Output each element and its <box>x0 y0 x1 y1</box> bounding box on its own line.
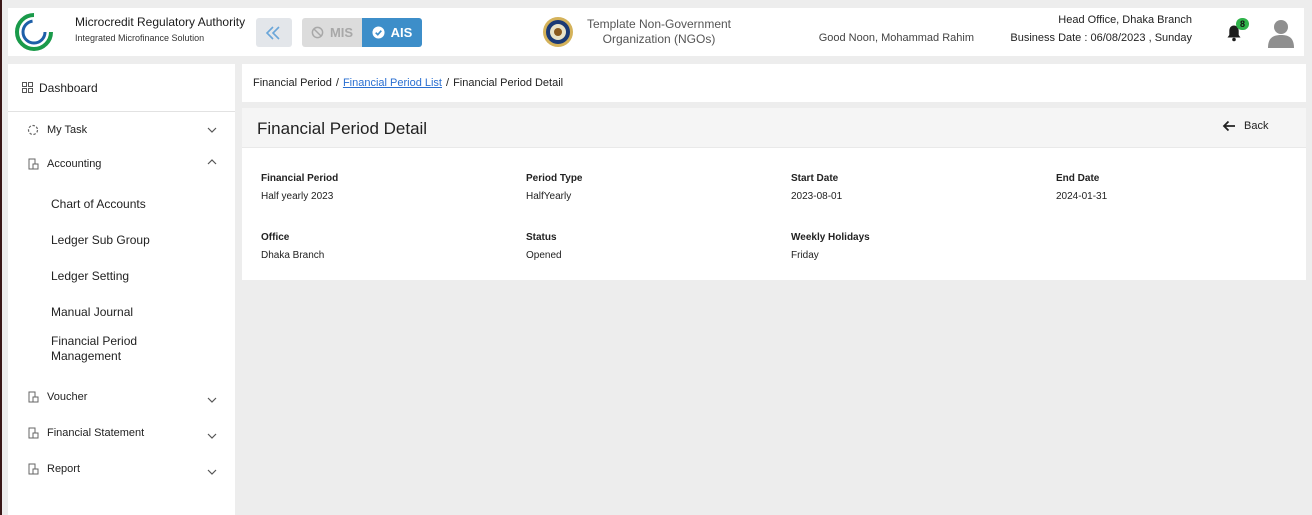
mra-logo <box>15 13 53 51</box>
ban-icon <box>311 26 324 39</box>
sidebar-subitem-financial-period-management[interactable]: Financial Period Management <box>51 334 161 364</box>
sidebar-subitem-manual-journal[interactable]: Manual Journal <box>51 305 231 320</box>
field-label-status: Status <box>526 232 557 243</box>
breadcrumb-current: Financial Period Detail <box>453 77 564 89</box>
field-label-start-date: Start Date <box>791 173 839 184</box>
field-value-financial-period: Half yearly 2023 <box>261 191 334 202</box>
chevron-down-icon <box>207 469 217 475</box>
sidebar-dashboard-label: Dashboard <box>39 80 98 95</box>
detail-panel-header: Financial Period Detail Back <box>242 108 1306 148</box>
chevron-up-icon <box>207 159 217 165</box>
ais-toggle-button[interactable]: AIS <box>362 18 422 47</box>
sidebar-item-dashboard[interactable]: Dashboard <box>8 64 235 112</box>
ais-label: AIS <box>390 25 413 40</box>
mis-toggle-button[interactable]: MIS <box>302 18 362 47</box>
sidebar-item-my-task[interactable]: My Task <box>8 115 235 145</box>
back-label: Back <box>1244 120 1269 132</box>
brand-subtitle: Integrated Microfinance Solution <box>75 33 205 43</box>
top-header: Microcredit Regulatory Authority Integra… <box>8 8 1304 56</box>
user-greeting: Good Noon, Mohammad Rahim <box>818 32 974 44</box>
sidebar-subitem-ledger-setting[interactable]: Ledger Setting <box>51 269 231 284</box>
user-avatar-icon[interactable] <box>1266 17 1296 49</box>
organization-name: Template Non-Government Organization (NG… <box>586 17 732 46</box>
sidebar-item-voucher[interactable]: Voucher <box>8 382 235 412</box>
breadcrumb-root: Financial Period <box>253 77 332 89</box>
collapse-sidebar-button[interactable] <box>256 18 292 47</box>
breadcrumb: Financial Period / Financial Period List… <box>242 64 1306 102</box>
sidebar-item-label: Voucher <box>47 391 88 403</box>
chevron-down-icon <box>207 433 217 439</box>
field-value-office: Dhaka Branch <box>261 250 325 261</box>
field-value-start-date: 2023-08-01 <box>791 191 843 202</box>
field-value-weekly-holidays: Friday <box>791 250 819 261</box>
sidebar-subitem-ledger-sub-group[interactable]: Ledger Sub Group <box>51 233 231 248</box>
chevron-down-icon <box>207 127 217 133</box>
window-edge <box>0 0 2 515</box>
detail-panel: Financial Period Detail Back Financial P… <box>242 108 1306 280</box>
business-date: Business Date : 06/08/2023 , Sunday <box>1010 32 1192 44</box>
chevron-down-icon <box>207 397 217 403</box>
arrow-left-icon <box>1222 120 1235 132</box>
document-icon <box>28 158 39 170</box>
field-label-weekly-holidays: Weekly Holidays <box>791 232 870 243</box>
sidebar-item-label: My Task <box>47 124 88 136</box>
sidebar-item-financial-statement[interactable]: Financial Statement <box>8 418 235 448</box>
brand-title: Microcredit Regulatory Authority <box>75 15 246 29</box>
field-value-status: Opened <box>526 250 562 261</box>
back-button[interactable]: Back <box>1222 120 1268 132</box>
field-label-period-type: Period Type <box>526 173 583 184</box>
field-label-end-date: End Date <box>1056 173 1100 184</box>
sidebar: Dashboard My Task Accounting Chart of Ac… <box>8 64 235 515</box>
document-icon <box>28 391 39 403</box>
breadcrumb-separator: / <box>335 77 339 89</box>
organization-seal-icon <box>543 17 573 47</box>
field-value-period-type: HalfYearly <box>526 191 572 202</box>
document-icon <box>28 427 39 439</box>
sidebar-item-accounting[interactable]: Accounting <box>8 149 235 179</box>
sidebar-item-report[interactable]: Report <box>8 454 235 484</box>
field-value-end-date: 2024-01-31 <box>1056 191 1108 202</box>
breadcrumb-link-financial-period-list[interactable]: Financial Period List <box>343 77 442 89</box>
field-label-office: Office <box>261 232 290 243</box>
sidebar-item-label: Financial Statement <box>47 427 145 439</box>
double-chevron-left-icon <box>265 25 280 40</box>
mis-label: MIS <box>329 25 354 40</box>
page-title: Financial Period Detail <box>257 119 428 138</box>
current-office: Head Office, Dhaka Branch <box>1058 14 1192 26</box>
check-circle-icon <box>372 26 385 39</box>
sidebar-subitem-chart-of-accounts[interactable]: Chart of Accounts <box>51 197 231 212</box>
document-icon <box>28 463 39 475</box>
sidebar-item-label: Report <box>47 463 81 475</box>
sidebar-item-label: Accounting <box>47 158 102 170</box>
spinner-icon <box>27 124 39 136</box>
breadcrumb-separator: / <box>446 77 450 89</box>
field-label-financial-period: Financial Period <box>261 173 339 184</box>
grid-icon <box>22 82 33 93</box>
notification-badge: 8 <box>1236 18 1249 30</box>
